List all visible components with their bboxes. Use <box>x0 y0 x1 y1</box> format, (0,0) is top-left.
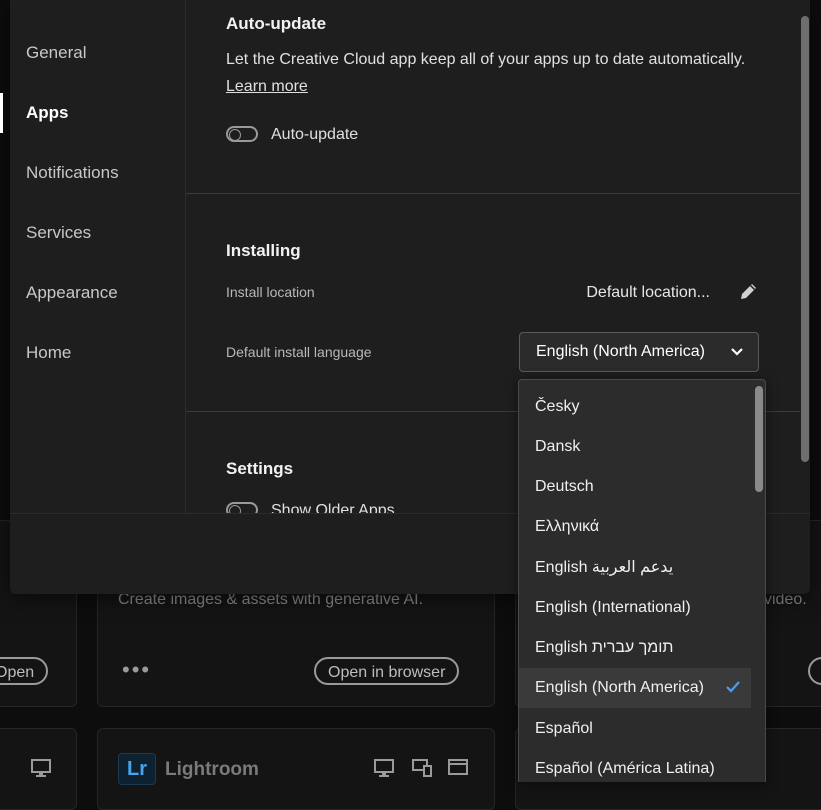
devices-icon <box>412 759 432 777</box>
chevron-down-icon <box>731 348 743 356</box>
show-older-apps-toggle[interactable] <box>226 502 258 513</box>
language-option[interactable]: Español <box>519 709 751 749</box>
bg-open-in-browser-button[interactable]: Open in browser <box>314 657 460 685</box>
language-option-selected[interactable]: English (North America) <box>519 668 751 708</box>
preferences-sidebar: General Apps Notifications Services Appe… <box>0 0 186 513</box>
dropdown-scrollbar-thumb[interactable] <box>755 386 763 492</box>
browser-icon <box>448 759 468 775</box>
desktop-icon <box>374 759 394 777</box>
section-divider <box>186 193 800 194</box>
checkmark-icon <box>726 681 740 693</box>
bg-card-lightroom: Lr Lightroom <box>97 728 495 810</box>
desktop-icon <box>31 759 51 777</box>
bg-card-left-2 <box>0 728 77 810</box>
sidebar-item-general[interactable]: General <box>10 33 185 73</box>
install-location-label: Install location <box>226 284 315 300</box>
sidebar-item-appearance[interactable]: Appearance <box>10 273 185 313</box>
language-option[interactable]: English (International) <box>519 588 751 628</box>
sidebar-item-apps[interactable]: Apps <box>0 93 185 133</box>
install-language-picker[interactable]: English (North America) <box>519 332 759 372</box>
language-option-label: English (North America) <box>535 679 704 696</box>
bg-open-button[interactable]: Open <box>0 657 49 685</box>
install-location-value: Default location... <box>586 284 710 301</box>
auto-update-toggle-label: Auto-update <box>271 126 359 143</box>
sidebar-item-home[interactable]: Home <box>10 333 185 373</box>
language-option[interactable]: Deutsch <box>519 467 751 507</box>
installing-title: Installing <box>226 241 301 260</box>
more-options-icon[interactable]: ••• <box>122 657 151 683</box>
lightroom-name: Lightroom <box>165 759 259 780</box>
lightroom-logo: Lr <box>118 753 156 785</box>
auto-update-description: Let the Creative Cloud app keep all of y… <box>226 51 746 68</box>
install-language-picker-value: English (North America) <box>536 343 705 360</box>
auto-update-toggle[interactable] <box>226 126 258 142</box>
content-scrollbar[interactable] <box>800 0 810 513</box>
language-option[interactable]: English يدعم العربية <box>519 548 751 588</box>
language-dropdown-list[interactable]: Česky Dansk Deutsch Ελληνικά English يدع… <box>518 379 766 782</box>
bg-right-button[interactable] <box>808 657 821 685</box>
auto-update-title: Auto-update <box>226 14 327 33</box>
language-option[interactable]: Ελληνικά <box>519 507 751 547</box>
default-install-language-label: Default install language <box>226 344 372 360</box>
language-option[interactable]: Español (América Latina) <box>519 749 751 782</box>
edit-pencil-icon[interactable] <box>738 282 758 302</box>
language-option[interactable]: English תומך עברית <box>519 628 751 668</box>
content-scrollbar-thumb[interactable] <box>801 16 809 462</box>
settings-title: Settings <box>226 459 294 478</box>
language-option[interactable]: Česky <box>519 387 751 427</box>
learn-more-link[interactable]: Learn more <box>226 78 308 96</box>
sidebar-item-notifications[interactable]: Notifications <box>10 153 185 193</box>
sidebar-item-services[interactable]: Services <box>10 213 185 253</box>
show-older-apps-label: Show Older Apps <box>271 502 395 513</box>
language-option[interactable]: Dansk <box>519 427 751 467</box>
